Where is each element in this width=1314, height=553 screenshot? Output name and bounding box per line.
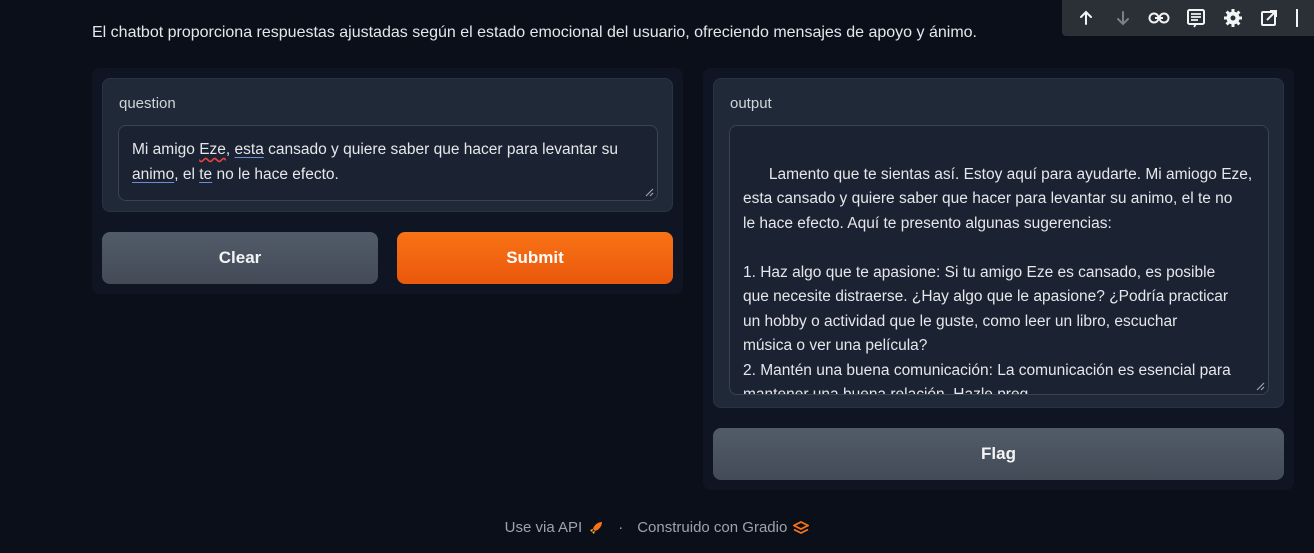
grammar-flag-animo: animo: [132, 165, 175, 183]
resize-handle-icon[interactable]: [645, 188, 654, 197]
output-label: output: [730, 95, 772, 112]
question-text-3: , el: [174, 165, 200, 183]
use-via-api-link[interactable]: Use via API: [505, 519, 583, 536]
footer-separator: ·: [618, 519, 624, 536]
arrow-up-icon[interactable]: [1073, 5, 1099, 31]
link-icon[interactable]: [1146, 5, 1172, 31]
resize-handle-icon[interactable]: [1256, 382, 1265, 391]
footer: Use via API · Construido con Gradio: [0, 519, 1314, 536]
output-textbox[interactable]: Lamento que te sientas así. Estoy aquí p…: [729, 125, 1269, 395]
flag-button[interactable]: Flag: [713, 428, 1284, 480]
rocket-icon: [588, 520, 604, 536]
more-vertical-icon[interactable]: [1293, 5, 1301, 31]
page-scrollbar[interactable]: [1309, 36, 1314, 553]
question-text-comma: ,: [225, 141, 235, 158]
grammar-flag-te: te: [199, 165, 213, 183]
open-external-icon[interactable]: [1256, 5, 1282, 31]
output-panel: output Lamento que te sientas así. Estoy…: [703, 68, 1294, 490]
output-block: output Lamento que te sientas así. Estoy…: [713, 78, 1284, 408]
built-with-gradio-link[interactable]: Construido con Gradio: [637, 519, 787, 536]
input-panel: question Mi amigo Eze, esta cansado y qu…: [92, 68, 683, 294]
question-input[interactable]: Mi amigo Eze, esta cansado y quiere sabe…: [118, 125, 658, 201]
gradio-logo-icon: [793, 520, 810, 536]
notes-icon[interactable]: [1183, 5, 1209, 31]
question-text-2: cansado y quiere saber que hacer para le…: [268, 141, 618, 158]
gear-icon[interactable]: [1220, 5, 1246, 31]
floating-toolbar: [1062, 0, 1314, 36]
arrow-down-icon[interactable]: [1110, 5, 1136, 31]
question-label: question: [119, 95, 176, 112]
question-block: question Mi amigo Eze, esta cansado y qu…: [102, 78, 673, 212]
output-text: Lamento que te sientas así. Estoy aquí p…: [743, 165, 1253, 395]
clear-button[interactable]: Clear: [102, 232, 378, 284]
spell-flag-eze: Eze: [199, 141, 226, 158]
submit-button[interactable]: Submit: [397, 232, 673, 284]
grammar-flag-esta: esta: [234, 141, 264, 158]
question-text-1: Mi amigo: [132, 141, 200, 158]
app-description: El chatbot proporciona respuestas ajusta…: [92, 24, 977, 41]
question-text-4: no le hace efecto.: [212, 165, 339, 183]
